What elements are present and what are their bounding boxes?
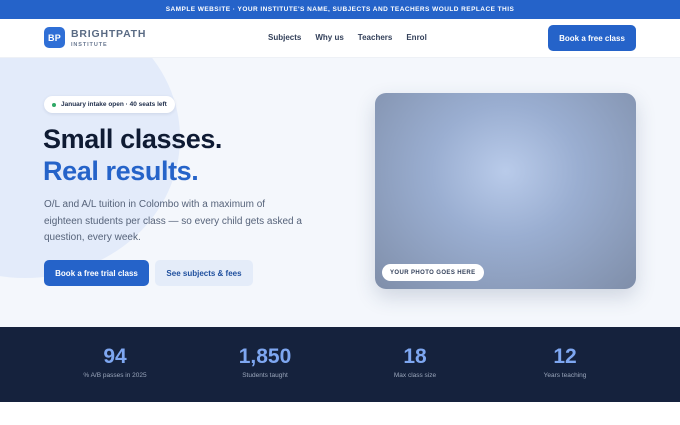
page-bottom-area	[0, 402, 680, 425]
nav-link-teachers[interactable]: Teachers	[358, 33, 393, 42]
stat-label: Years teaching	[543, 372, 587, 379]
stat-value: 94	[103, 345, 127, 368]
photo-placeholder-tag: YOUR PHOTO GOES HERE	[382, 264, 484, 281]
stat-value: 12	[553, 345, 577, 368]
brand-logo-badge[interactable]: BP	[44, 27, 65, 48]
book-free-trial-button[interactable]: Book a free trial class	[44, 260, 149, 286]
stat-students-taught: 1,850 Students taught	[190, 327, 340, 379]
stat-pass-rate: 94 % A/B passes in 2025	[40, 327, 190, 379]
brand-subtitle: INSTITUTE	[71, 42, 108, 48]
nav-link-enrol[interactable]: Enrol	[406, 33, 426, 42]
headline-line-2: Real results.	[43, 156, 199, 186]
see-subjects-fees-button[interactable]: See subjects & fees	[155, 260, 253, 286]
status-dot-icon	[52, 102, 56, 107]
intake-status-pill: January intake open · 40 seats left	[44, 96, 175, 113]
headline-line-1: Small classes.	[43, 124, 223, 154]
brand-name[interactable]: BRIGHTPATH	[71, 28, 146, 40]
hero-section: January intake open · 40 seats left Smal…	[0, 58, 680, 327]
hero-description: O/L and A/L tuition in Colombo with a ma…	[44, 199, 302, 243]
stat-label: % A/B passes in 2025	[83, 372, 147, 379]
stat-value: 1,850	[238, 345, 292, 368]
banner-text: SAMPLE WEBSITE · YOUR INSTITUTE'S NAME, …	[165, 6, 515, 13]
stat-max-class-size: 18 Max class size	[340, 327, 490, 379]
stats-strip: 94 % A/B passes in 2025 1,850 Students t…	[0, 327, 680, 402]
top-navbar: BP BRIGHTPATH INSTITUTE Subjects Why us …	[0, 19, 680, 58]
intake-status-text: January intake open · 40 seats left	[61, 101, 167, 108]
book-free-class-button[interactable]: Book a free class	[548, 25, 636, 51]
nav-links: Subjects Why us Teachers Enrol	[268, 33, 441, 42]
nav-link-why-us[interactable]: Why us	[315, 33, 343, 42]
hero-photo-placeholder: YOUR PHOTO GOES HERE	[375, 93, 636, 289]
stat-value: 18	[403, 345, 427, 368]
stat-label: Students taught	[242, 372, 288, 379]
sample-site-banner: SAMPLE WEBSITE · YOUR INSTITUTE'S NAME, …	[0, 0, 680, 19]
nav-link-subjects[interactable]: Subjects	[268, 33, 301, 42]
stat-years-teaching: 12 Years teaching	[490, 327, 640, 379]
stat-label: Max class size	[393, 372, 437, 379]
